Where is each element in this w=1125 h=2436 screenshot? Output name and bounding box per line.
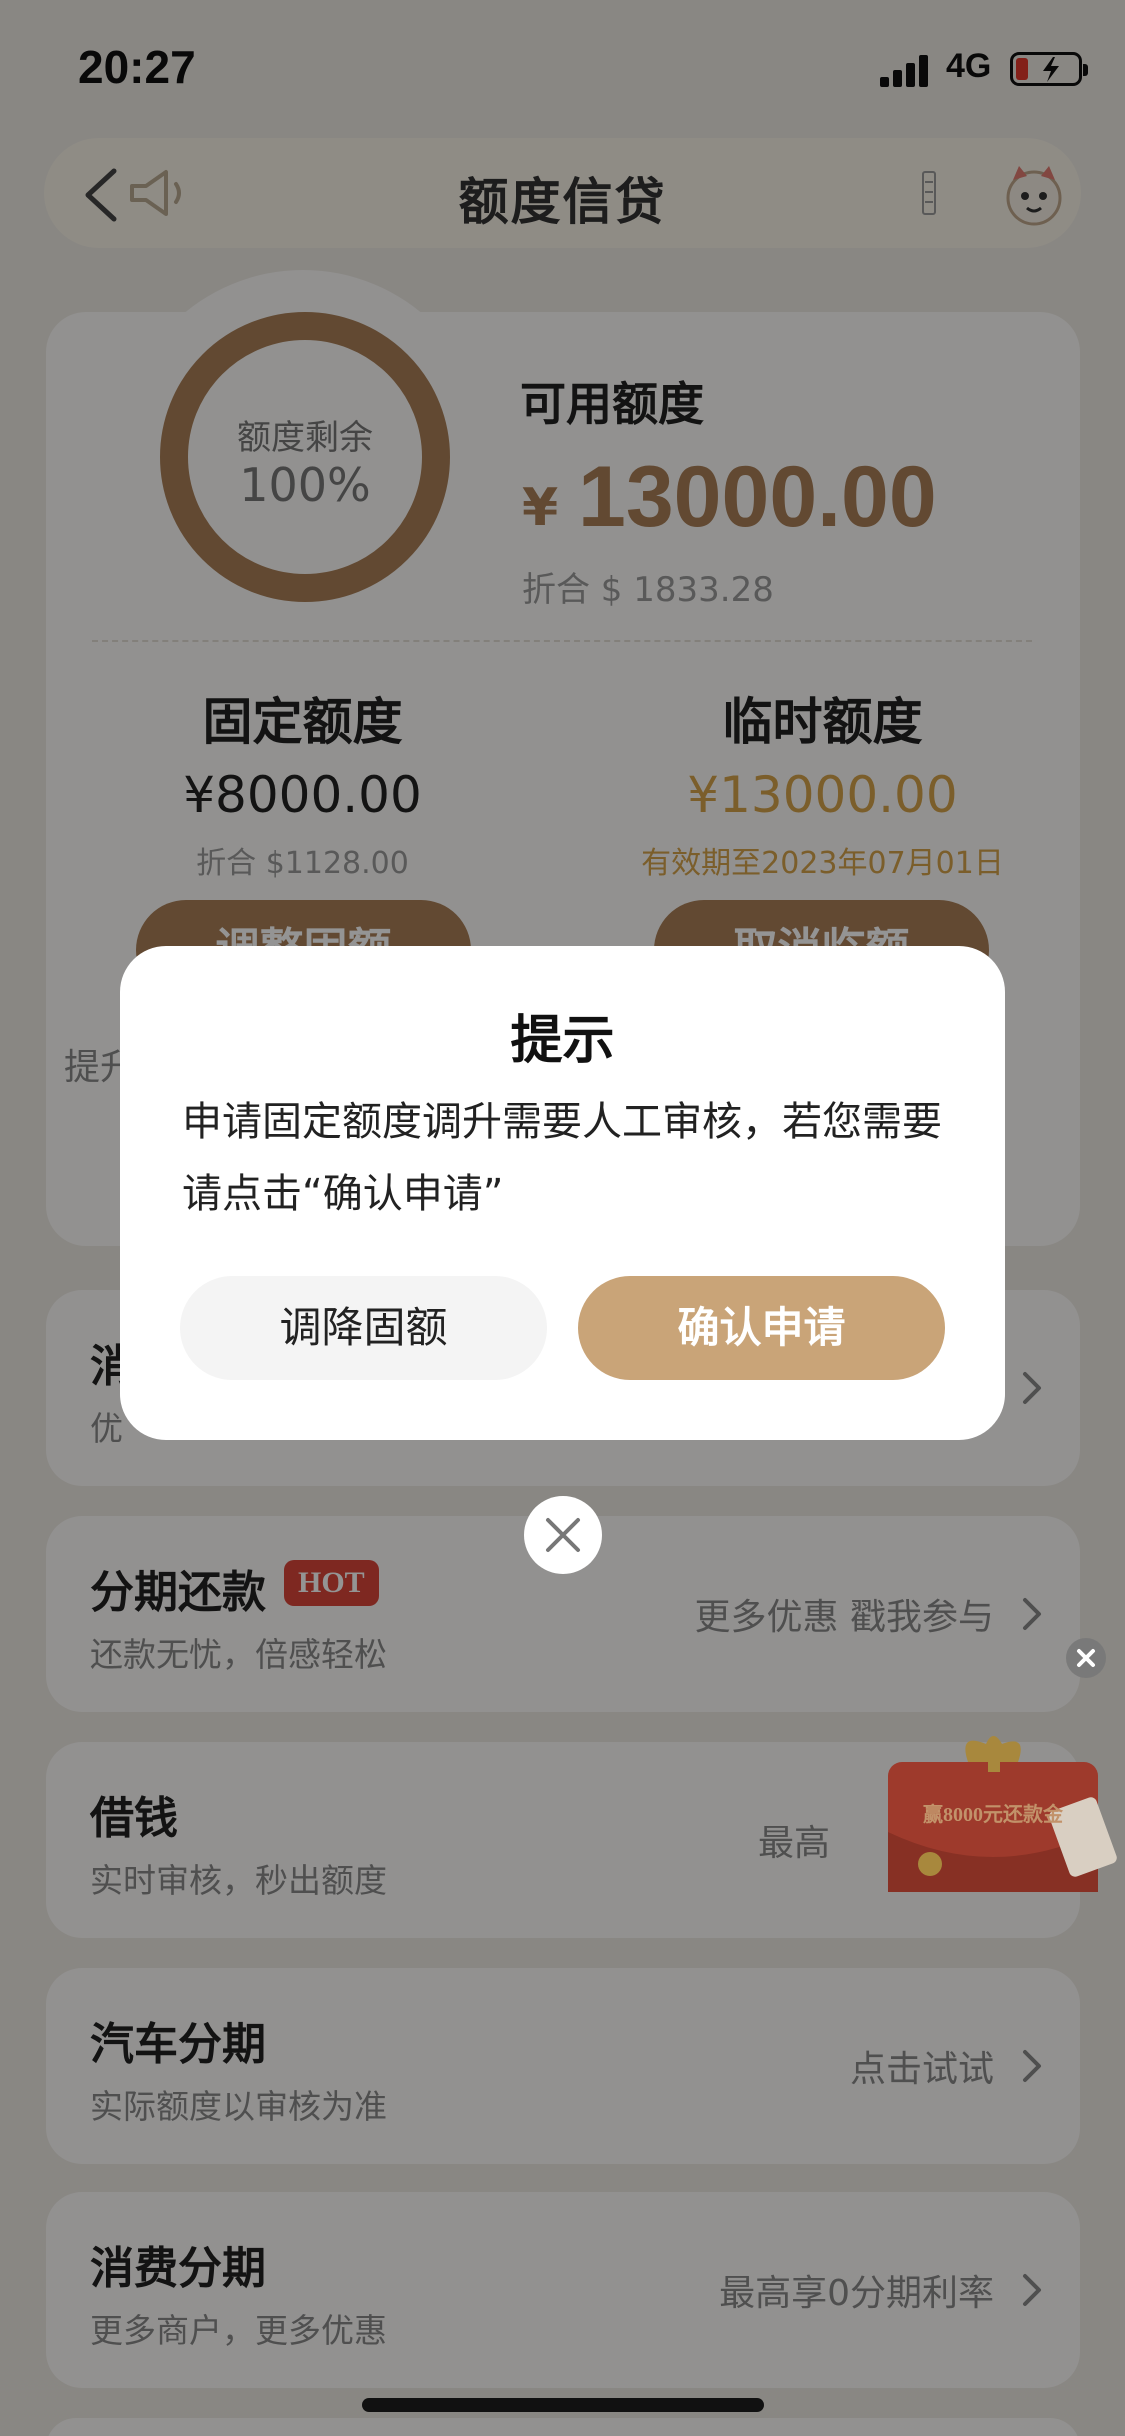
red-envelope-promo[interactable]: 赢8000元还款金: [868, 1722, 1118, 1912]
dialog-title: 提示: [510, 1011, 615, 1071]
promo-close-icon[interactable]: [1066, 1638, 1106, 1678]
confirm-apply-button[interactable]: 确认申请: [578, 1276, 945, 1380]
decrease-fixed-button[interactable]: 调降固额: [180, 1276, 547, 1380]
dialog-message: 申请固定额度调升需要人工审核，若您需要请点击“确认申请”: [182, 1099, 942, 1217]
red-envelope-text: 赢8000元还款金: [923, 1804, 1063, 1826]
home-indicator[interactable]: [362, 2398, 764, 2412]
close-icon[interactable]: [524, 1496, 602, 1574]
prompt-dialog: 提示 申请固定额度调升需要人工审核，若您需要请点击“确认申请” 调降固额 确认申…: [120, 946, 1005, 1440]
